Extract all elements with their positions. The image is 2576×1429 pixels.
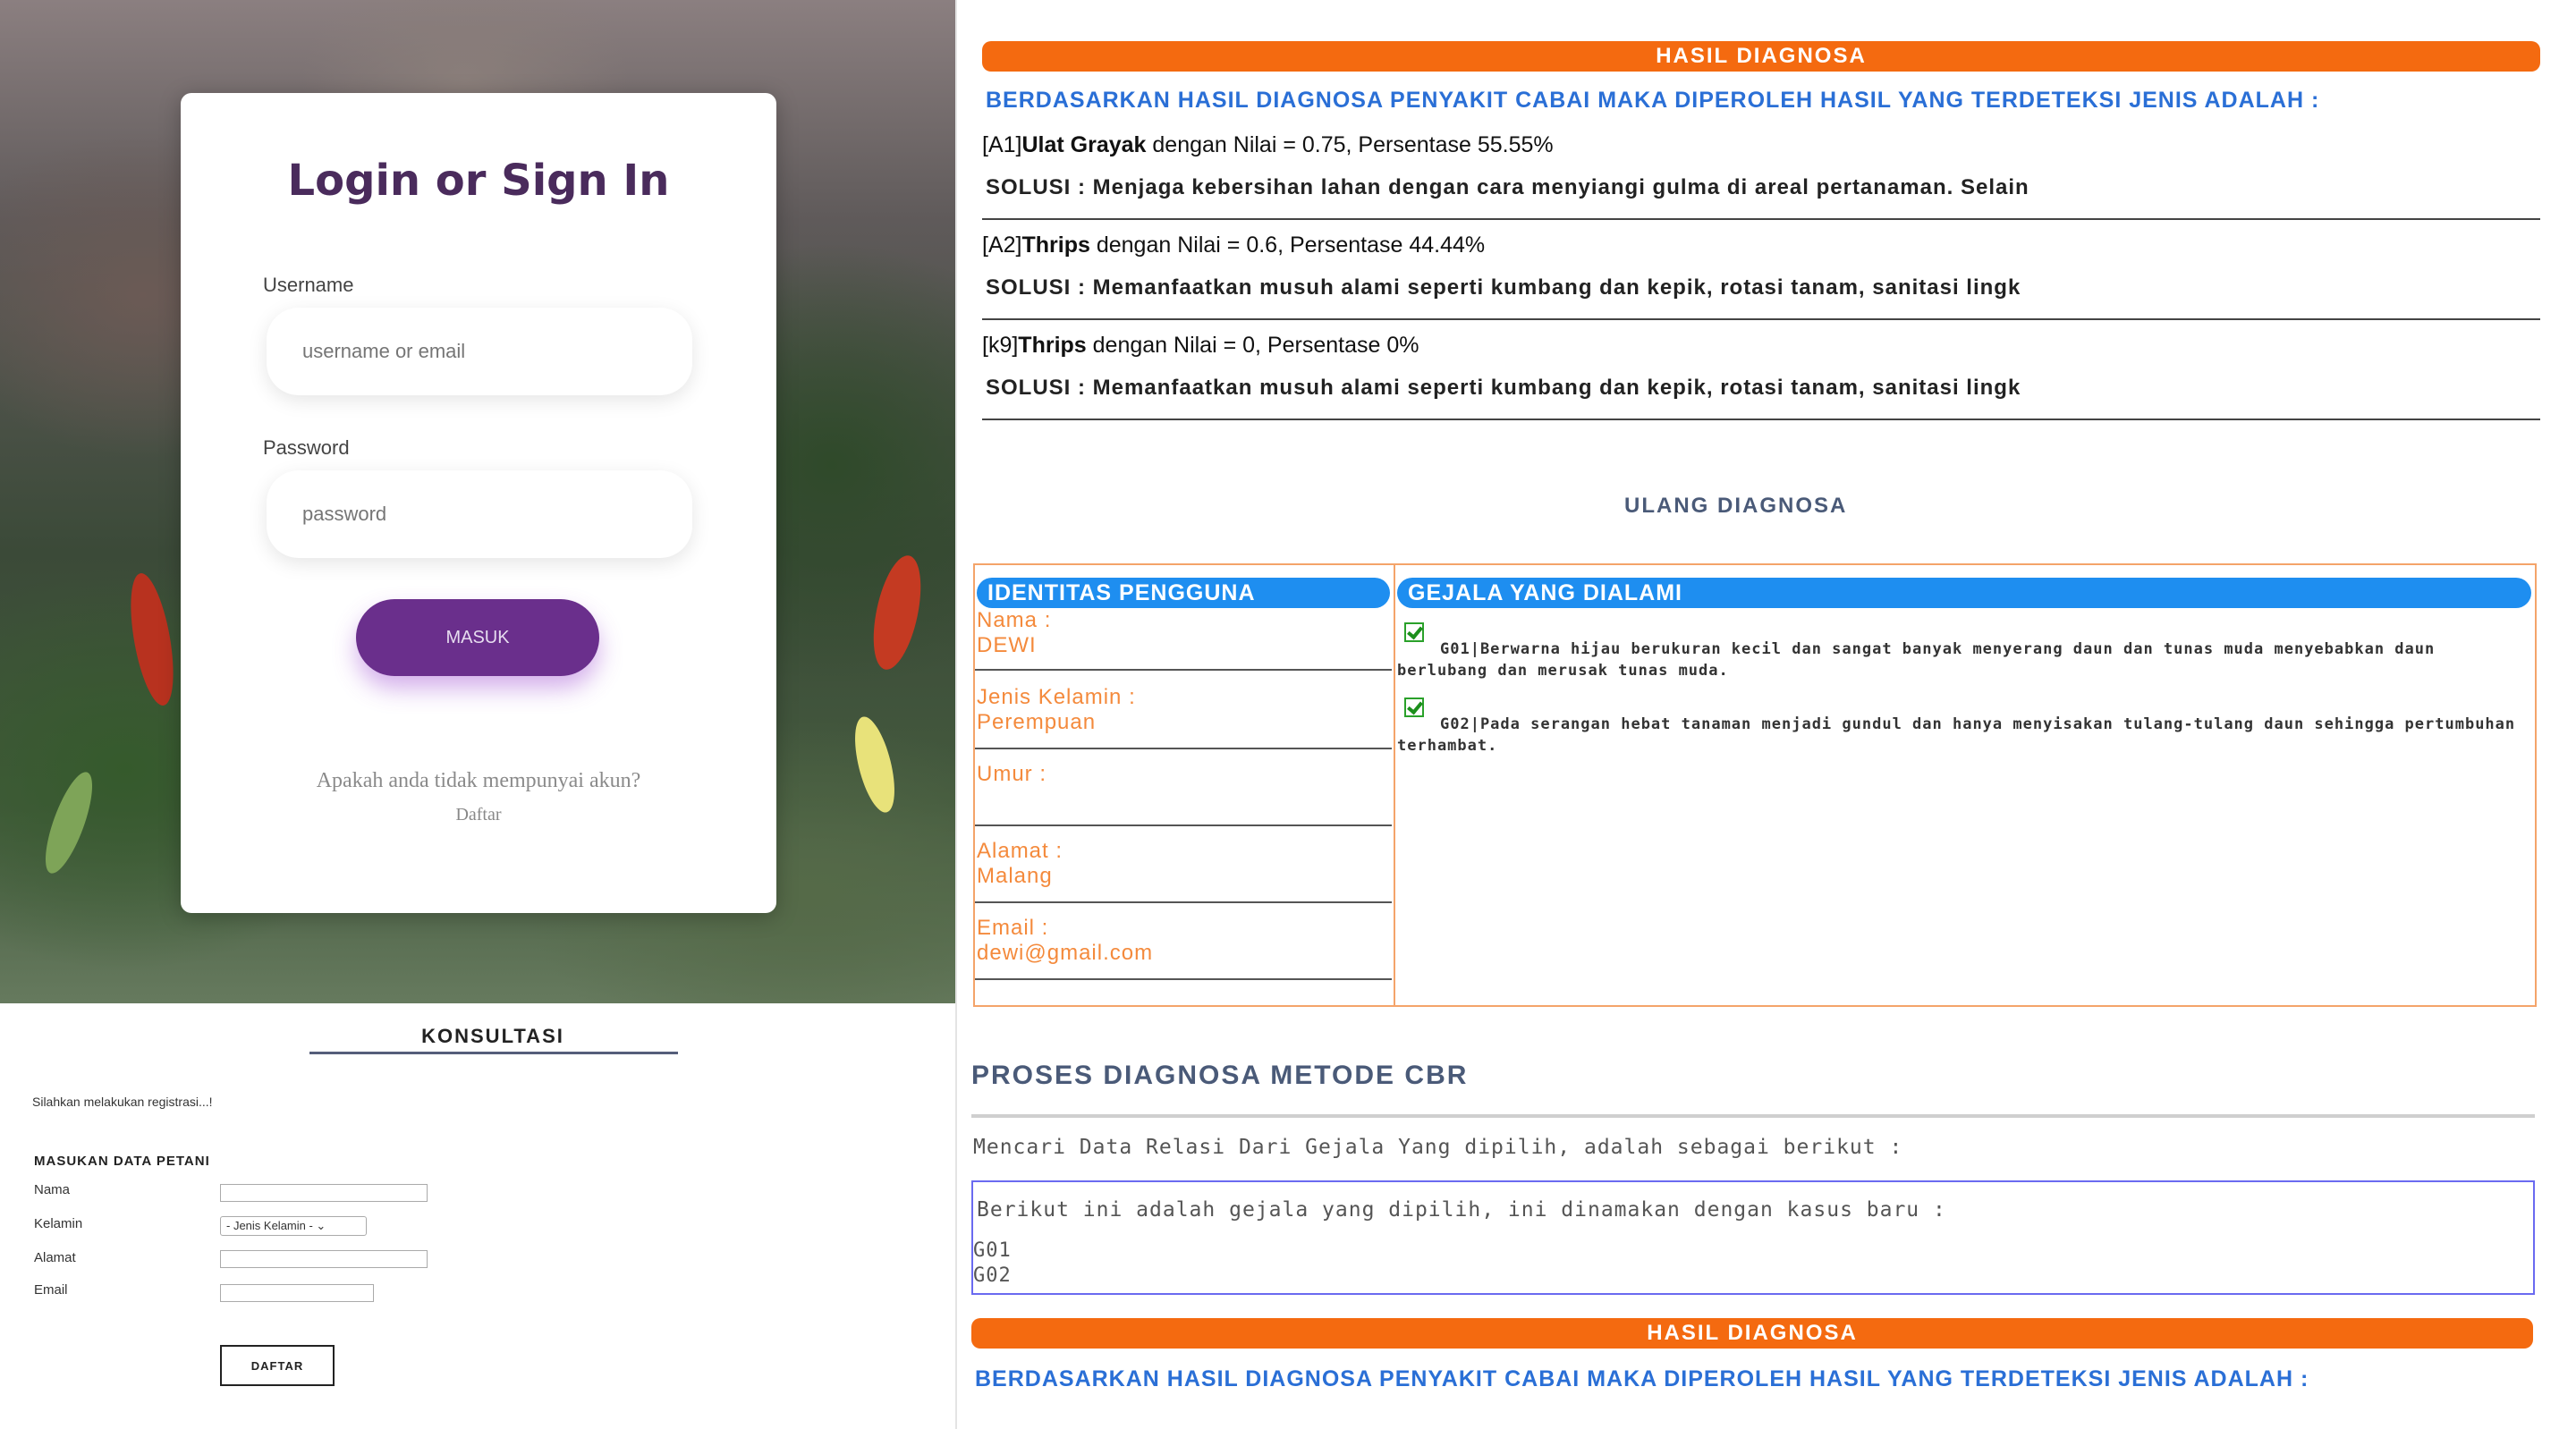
result-line: [A2]Thrips dengan Nilai = 0.6, Persentas…	[982, 233, 1485, 258]
result-name: Thrips	[1021, 233, 1090, 258]
result-name: Thrips	[1018, 333, 1087, 358]
gejala-header: GEJALA YANG DIALAMI	[1397, 578, 2531, 608]
password-label: Password	[263, 436, 350, 459]
proses-title: PROSES DIAGNOSA METODE CBR	[971, 1061, 1469, 1090]
hasil-diagnosa-bar: HASIL DIAGNOSA	[971, 1318, 2533, 1349]
alamat-input[interactable]	[220, 1250, 428, 1268]
pepper-decoration	[864, 551, 930, 674]
symptom-item: G01|Berwarna hijau berukuran kecil dan s…	[1397, 640, 2436, 680]
umur-label: Umur :	[977, 762, 1046, 786]
result-code: [k9]	[982, 333, 1019, 358]
result-detail: dengan Nilai = 0.75, Persentase 55.55%	[1146, 132, 1554, 157]
panel-divider	[955, 0, 957, 1429]
identity-divider	[975, 978, 1392, 980]
signup-question: Apakah anda tidak mempunyai akun?	[316, 769, 641, 792]
jenis-kelamin-label: Jenis Kelamin :	[977, 685, 1136, 709]
solution-line: SOLUSI : Memanfaatkan musuh alami sepert…	[986, 275, 2021, 300]
result-divider	[982, 218, 2540, 220]
hasil-heading: BERDASARKAN HASIL DIAGNOSA PENYAKIT CABA…	[986, 88, 2320, 113]
daftar-button[interactable]: DAFTAR	[220, 1345, 335, 1386]
alamat-label: Alamat :	[977, 839, 1063, 863]
registration-info: Silahkan melakukan registrasi...!	[32, 1095, 213, 1109]
email-input[interactable]	[220, 1284, 374, 1302]
username-input[interactable]	[267, 308, 692, 395]
kelamin-label: Kelamin	[34, 1216, 83, 1231]
nama-input[interactable]	[220, 1184, 428, 1202]
identitas-header: IDENTITAS PENGGUNA	[977, 578, 1390, 608]
pepper-decoration	[847, 713, 902, 816]
konsultasi-title: KONSULTASI	[421, 1025, 564, 1047]
result-detail: dengan Nilai = 0, Persentase 0%	[1086, 333, 1419, 358]
panel-split	[1394, 565, 1395, 1005]
username-label: Username	[263, 274, 354, 296]
case-code: G02	[973, 1264, 1012, 1287]
nama-label: Nama	[34, 1182, 71, 1197]
result-code: [A1]	[982, 132, 1022, 157]
ulang-diagnosa-link[interactable]: ULANG DIAGNOSA	[1624, 494, 1847, 519]
konsultasi-underline	[309, 1052, 678, 1054]
signup-link[interactable]: Daftar	[181, 805, 776, 825]
identity-divider	[975, 748, 1392, 749]
case-code: G01	[973, 1239, 1012, 1262]
email-label: Email	[34, 1282, 68, 1298]
login-card: Login or Sign In Username Password MASUK…	[181, 93, 776, 913]
login-title: Login or Sign In	[287, 156, 670, 206]
password-input[interactable]	[267, 470, 692, 558]
email-label: Email :	[977, 916, 1049, 940]
case-box: Berikut ini adalah gejala yang dipilih, …	[971, 1180, 2535, 1295]
nama-label: Nama :	[977, 608, 1052, 632]
result-divider	[982, 318, 2540, 320]
alamat-label: Alamat	[34, 1250, 76, 1265]
hasil-diagnosa-bar: HASIL DIAGNOSA	[982, 41, 2540, 72]
alamat-value: Malang	[977, 864, 1053, 888]
case-box-text: Berikut ini adalah gejala yang dipilih, …	[977, 1198, 1946, 1222]
solution-line: SOLUSI : Menjaga kebersihan lahan dengan…	[986, 175, 2029, 199]
identity-symptom-panel	[973, 563, 2537, 1007]
result-divider	[982, 419, 2540, 420]
jenis-kelamin-value: Perempuan	[977, 710, 1097, 734]
result-name: Ulat Grayak	[1021, 132, 1147, 157]
identity-divider	[975, 824, 1392, 826]
pepper-decoration	[36, 766, 102, 879]
proses-description: Mencari Data Relasi Dari Gejala Yang dip…	[973, 1136, 1903, 1159]
pepper-decoration	[123, 570, 182, 709]
result-line: [k9]Thrips dengan Nilai = 0, Persentase …	[982, 333, 1419, 359]
proses-underline	[971, 1114, 2535, 1118]
result-code: [A2]	[982, 233, 1022, 258]
masuk-button[interactable]: MASUK	[356, 599, 599, 676]
identity-divider	[975, 669, 1392, 671]
form-section-title: MASUKAN DATA PETANI	[34, 1154, 210, 1169]
identity-divider	[975, 901, 1392, 903]
kelamin-select[interactable]: - Jenis Kelamin - ⌄	[220, 1216, 367, 1236]
result-detail: dengan Nilai = 0.6, Persentase 44.44%	[1089, 233, 1486, 258]
nama-value: DEWI	[977, 633, 1037, 657]
hasil-heading: BERDASARKAN HASIL DIAGNOSA PENYAKIT CABA…	[975, 1366, 2309, 1391]
result-line: [A1]Ulat Grayak dengan Nilai = 0.75, Per…	[982, 132, 1554, 158]
login-background-photo: Login or Sign In Username Password MASUK…	[0, 0, 957, 1003]
solution-line: SOLUSI : Memanfaatkan musuh alami sepert…	[986, 376, 2021, 400]
symptom-item: G02|Pada serangan hebat tanaman menjadi …	[1397, 715, 2516, 755]
email-value: dewi@gmail.com	[977, 941, 1154, 965]
